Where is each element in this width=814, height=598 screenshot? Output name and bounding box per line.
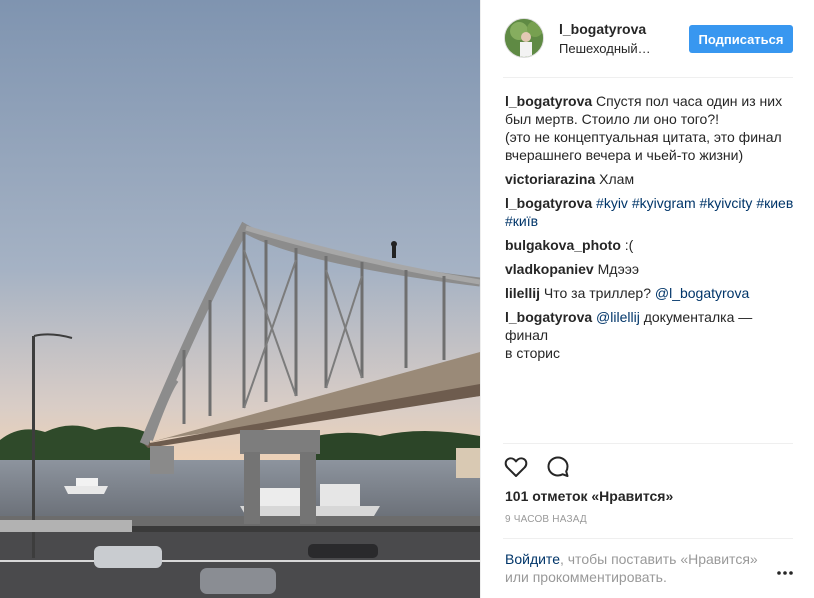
comment: lilellij Что за триллер? @l_bogatyrova [505,284,795,302]
follow-button[interactable]: Подписаться [689,25,793,53]
likes-count[interactable]: 101 отметок «Нравится» [505,488,673,504]
comment-text-line-2: был мертв. Стоило ли оно того?! [505,111,720,127]
comment-text-line-1: Спустя пол часа один из них [596,93,783,109]
post-photo[interactable] [0,0,480,598]
comment: bulgakova_photo :( [505,236,795,254]
bridge-photo-image [0,0,480,598]
comment-text-line-2: в сторис [505,345,560,361]
comment-text-line-4: вчерашнего вечера и чьей-то жизни) [505,147,744,163]
header-location[interactable]: Пешеходный М... [559,41,651,56]
post-header: l_bogatyrova Пешеходный М... Подписаться [503,16,793,62]
comment-hashtags: l_bogatyrova #kyiv #kyivgram #kyivcity #… [505,194,795,230]
hashtag-link[interactable]: #kyiv [596,195,628,211]
login-divider [503,538,793,539]
comment-text: :( [624,237,634,253]
post-side-panel: l_bogatyrova Пешеходный М... Подписаться… [480,0,814,598]
comment-text: Хлам [599,171,635,187]
hashtag-link[interactable]: #kyivgram [632,195,696,211]
comment-author[interactable]: l_bogatyrova [505,93,592,109]
login-prompt: Войдите, чтобы поставить «Нравится» или … [505,550,765,586]
comment: vladkopaniev Мдэээ [505,260,795,278]
hashtag-link[interactable]: #киев [756,195,793,211]
comment-author[interactable]: l_bogatyrova [505,309,592,325]
comment-caption: l_bogatyrova Спустя пол часа один из них… [505,92,795,164]
comment: victoriarazina Хлам [505,170,795,188]
comment-author[interactable]: victoriarazina [505,171,595,187]
comment-text-line-3: (это не концептуальная цитата, это финал [505,129,782,145]
comment-author[interactable]: bulgakova_photo [505,237,621,253]
more-options-icon[interactable] [775,566,795,580]
heart-icon[interactable] [503,454,529,480]
comment-text: Мдэээ [597,261,640,277]
comment-author[interactable]: vladkopaniev [505,261,594,277]
post-timestamp[interactable]: 9 ЧАСОВ НАЗАД [505,514,587,525]
comment-text: Что за триллер? [543,285,651,301]
login-text-line-1: , чтобы поставить «Нравится» [559,551,758,567]
comments-list: l_bogatyrova Спустя пол часа один из них… [505,92,795,368]
login-text-line-2: или прокомментировать. [505,569,667,585]
header-username[interactable]: l_bogatyrova [559,21,646,37]
hashtag-link[interactable]: #київ [505,213,538,229]
comment-author[interactable]: lilellij [505,285,540,301]
comment: l_bogatyrova @lilellij документалка — фи… [505,308,795,362]
hashtag-link[interactable]: #kyivcity [700,195,753,211]
avatar-image [505,19,543,57]
header-divider [503,77,793,78]
mention-link[interactable]: @l_bogatyrova [655,285,749,301]
login-link[interactable]: Войдите [505,551,560,567]
mention-link[interactable]: @lilellij [596,309,640,325]
actions-divider [503,443,793,444]
avatar[interactable] [504,18,544,58]
speech-bubble-icon[interactable] [545,454,571,480]
comment-author[interactable]: l_bogatyrova [505,195,592,211]
